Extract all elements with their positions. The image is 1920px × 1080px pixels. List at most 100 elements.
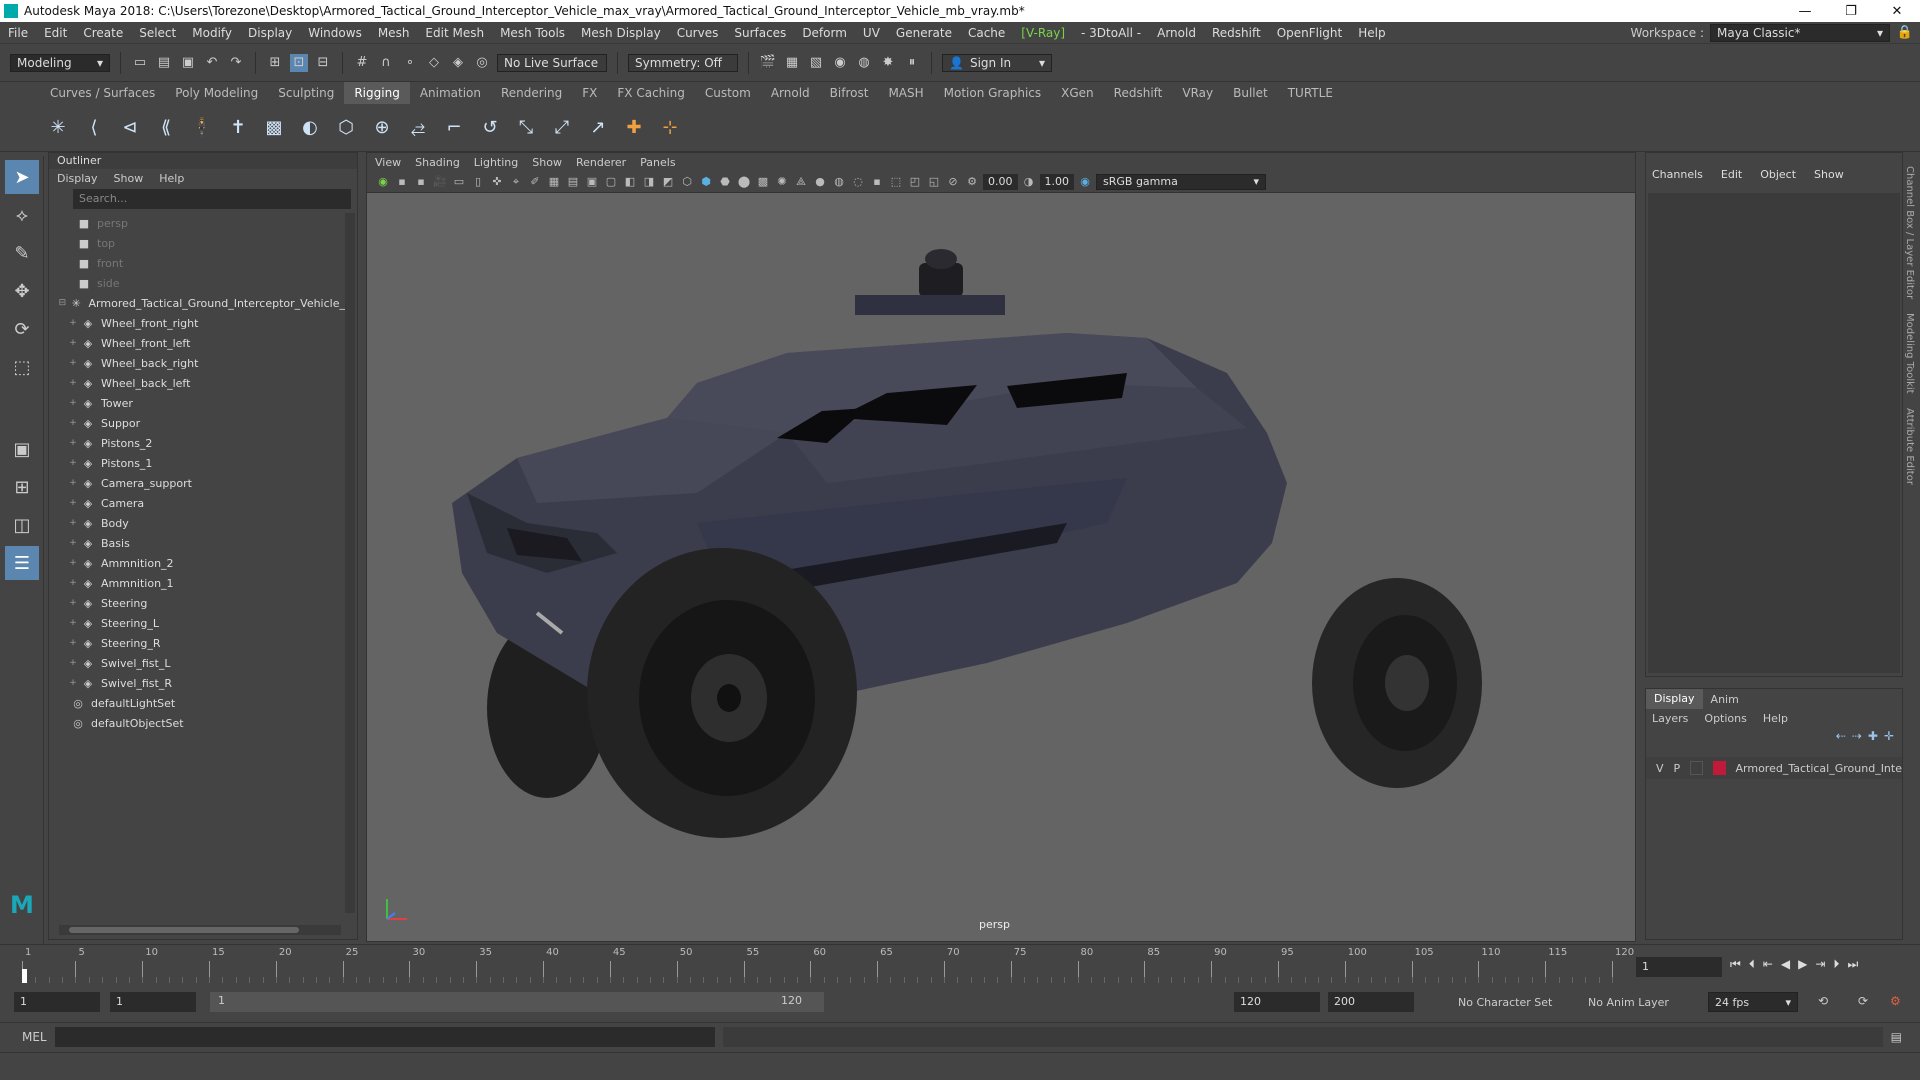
expand-toggle-icon[interactable]: + xyxy=(67,338,79,348)
outliner-layout-icon[interactable]: ☰ xyxy=(5,546,39,580)
outliner-row[interactable]: + ◈ Camera xyxy=(49,493,345,513)
outliner-search-input[interactable]: Search... xyxy=(73,189,351,209)
humanik-icon[interactable]: ✝ xyxy=(224,114,252,142)
expand-toggle-icon[interactable]: + xyxy=(67,498,79,508)
snap-point-icon[interactable]: ∘ xyxy=(401,54,419,72)
gamma-value-field[interactable]: 1.00 xyxy=(1039,173,1074,190)
two-sided-lighting-icon[interactable]: ⬚ xyxy=(888,174,904,190)
camera-exposure-icon[interactable]: ⊘ xyxy=(945,174,961,190)
expand-toggle-icon[interactable]: + xyxy=(67,398,79,408)
image-plane-icon[interactable]: 🎥 xyxy=(432,174,448,190)
viewport-menu-shading[interactable]: Shading xyxy=(415,156,460,169)
step-back-frame-icon[interactable]: ⇤ xyxy=(1763,957,1773,972)
outliner-row[interactable]: + ◈ Wheel_back_left xyxy=(49,373,345,393)
render-view-icon[interactable]: ▦ xyxy=(783,54,801,72)
snap-live-icon[interactable]: ◎ xyxy=(473,54,491,72)
lattice-icon[interactable]: ⬡ xyxy=(332,114,360,142)
move-tool-icon[interactable]: ✥ xyxy=(5,274,39,308)
screen-space-ao-icon[interactable]: ⬤ xyxy=(736,174,752,190)
select-tool-icon[interactable]: ➤ xyxy=(5,160,39,194)
outliner-row[interactable]: + ◈ Wheel_front_right xyxy=(49,313,345,333)
menu-generate[interactable]: Generate xyxy=(888,26,960,40)
blend-shape-icon[interactable]: ⥄ xyxy=(404,114,432,142)
resolution-gate-icon[interactable]: ▯ xyxy=(470,174,486,190)
play-forwards-icon[interactable]: ▶ xyxy=(1798,957,1807,972)
channel-menu-edit[interactable]: Edit xyxy=(1721,168,1742,181)
menu-uv[interactable]: UV xyxy=(855,26,888,40)
locator-icon[interactable]: ✚ xyxy=(620,114,648,142)
go-to-start-icon[interactable]: ⏮ xyxy=(1730,957,1741,972)
layer-name[interactable]: Armored_Tactical_Ground_Inte xyxy=(1736,762,1903,775)
snap-surface-icon[interactable]: ◈ xyxy=(449,54,467,72)
channel-menu-object[interactable]: Object xyxy=(1760,168,1796,181)
viewport-menu-renderer[interactable]: Renderer xyxy=(576,156,626,169)
outliner-row[interactable]: + ◈ Swivel_fist_L xyxy=(49,653,345,673)
outliner-row[interactable]: + ◈ Pistons_2 xyxy=(49,433,345,453)
menu-help[interactable]: Help xyxy=(1350,26,1393,40)
menu-edit[interactable]: Edit xyxy=(36,26,75,40)
outliner-row[interactable]: + ◈ Wheel_front_left xyxy=(49,333,345,353)
xray-joints-icon[interactable]: ◌ xyxy=(850,174,866,190)
animation-preferences-icon[interactable]: ⚙ xyxy=(1890,994,1901,1008)
menu-display[interactable]: Display xyxy=(240,26,300,40)
expand-toggle-icon[interactable]: + xyxy=(67,578,79,588)
quick-rig-icon[interactable]: 🕴 xyxy=(188,114,216,142)
expand-toggle-icon[interactable]: + xyxy=(67,418,79,428)
outliner-menu-display[interactable]: Display xyxy=(57,172,98,185)
shelf-tab-xgen[interactable]: XGen xyxy=(1051,82,1104,104)
layer-tab-anim[interactable]: Anim xyxy=(1703,693,1747,706)
menu-surfaces[interactable]: Surfaces xyxy=(726,26,794,40)
move-layer-up-icon[interactable]: ⇠ xyxy=(1836,729,1846,743)
menu-modify[interactable]: Modify xyxy=(184,26,240,40)
loop-icon[interactable]: ⟲ xyxy=(1818,994,1828,1008)
scene-end-field[interactable]: 200 xyxy=(1328,992,1414,1012)
outliner-row[interactable]: + ◈ Steering_R xyxy=(49,633,345,653)
safe-action-icon[interactable]: ✐ xyxy=(527,174,543,190)
outliner-row[interactable]: + ◈ Ammnition_2 xyxy=(49,553,345,573)
expand-toggle-icon[interactable]: + xyxy=(67,518,79,528)
menu-vray[interactable]: [V-Ray] xyxy=(1013,26,1073,40)
close-button[interactable]: ✕ xyxy=(1874,4,1920,19)
auto-key-icon[interactable]: ⟳ xyxy=(1858,994,1868,1008)
menu-curves[interactable]: Curves xyxy=(669,26,727,40)
outliner-row[interactable]: + ◈ Basis xyxy=(49,533,345,553)
color-management-icon[interactable]: ◉ xyxy=(1077,174,1093,190)
expand-toggle-icon[interactable]: + xyxy=(67,658,79,668)
cluster-icon[interactable]: ⊕ xyxy=(368,114,396,142)
expand-toggle-icon[interactable]: + xyxy=(67,618,79,628)
gate-mask-icon[interactable]: ✜ xyxy=(489,174,505,190)
cube-wire-icon[interactable]: ⬡ xyxy=(679,174,695,190)
layer-visibility-toggle[interactable]: V xyxy=(1656,762,1664,775)
outliner-horizontal-scrollbar[interactable] xyxy=(59,925,341,935)
ik-handle-icon[interactable]: ⟨ xyxy=(80,114,108,142)
render-frame-icon[interactable]: 🎬 xyxy=(759,54,777,72)
range-bar[interactable]: 1 120 xyxy=(210,992,824,1012)
shelf-tab-custom[interactable]: Custom xyxy=(695,82,761,104)
orient-constraint-icon[interactable]: ⤡ xyxy=(512,114,540,142)
shelf-tab-fx-caching[interactable]: FX Caching xyxy=(607,82,694,104)
channel-menu-channels[interactable]: Channels xyxy=(1652,168,1703,181)
shelf-tab-vray[interactable]: VRay xyxy=(1172,82,1223,104)
backface-culling-icon[interactable]: ◰ xyxy=(907,174,923,190)
pause-icon[interactable]: ⏸ xyxy=(903,54,921,72)
step-forward-frame-icon[interactable]: ⇥ xyxy=(1815,957,1825,972)
select-camera-icon[interactable]: ◉ xyxy=(375,174,391,190)
current-time-marker[interactable] xyxy=(22,969,27,983)
exposure-value-field[interactable]: 0.00 xyxy=(983,173,1018,190)
shadows-icon[interactable]: ⬣ xyxy=(717,174,733,190)
menu-select[interactable]: Select xyxy=(131,26,184,40)
step-forward-key-icon[interactable]: ⏵ xyxy=(1833,957,1839,972)
vehicle-model[interactable] xyxy=(367,193,1635,942)
layer-display-type-toggle[interactable] xyxy=(1690,761,1703,775)
single-pane-layout-icon[interactable]: ▣ xyxy=(5,432,39,466)
camera-attributes-icon[interactable]: ▪ xyxy=(394,174,410,190)
outliner-row[interactable]: ◎ defaultLightSet xyxy=(49,693,345,713)
point-constraint-icon[interactable]: ↺ xyxy=(476,114,504,142)
undo-icon[interactable]: ↶ xyxy=(203,54,221,72)
menu-mesh-display[interactable]: Mesh Display xyxy=(573,26,669,40)
move-layer-down-icon[interactable]: ⇢ xyxy=(1852,729,1862,743)
shelf-tab-rendering[interactable]: Rendering xyxy=(491,82,572,104)
outliner-menu-help[interactable]: Help xyxy=(159,172,184,185)
restore-button[interactable]: ❐ xyxy=(1828,4,1874,19)
expand-toggle-icon[interactable]: + xyxy=(67,598,79,608)
